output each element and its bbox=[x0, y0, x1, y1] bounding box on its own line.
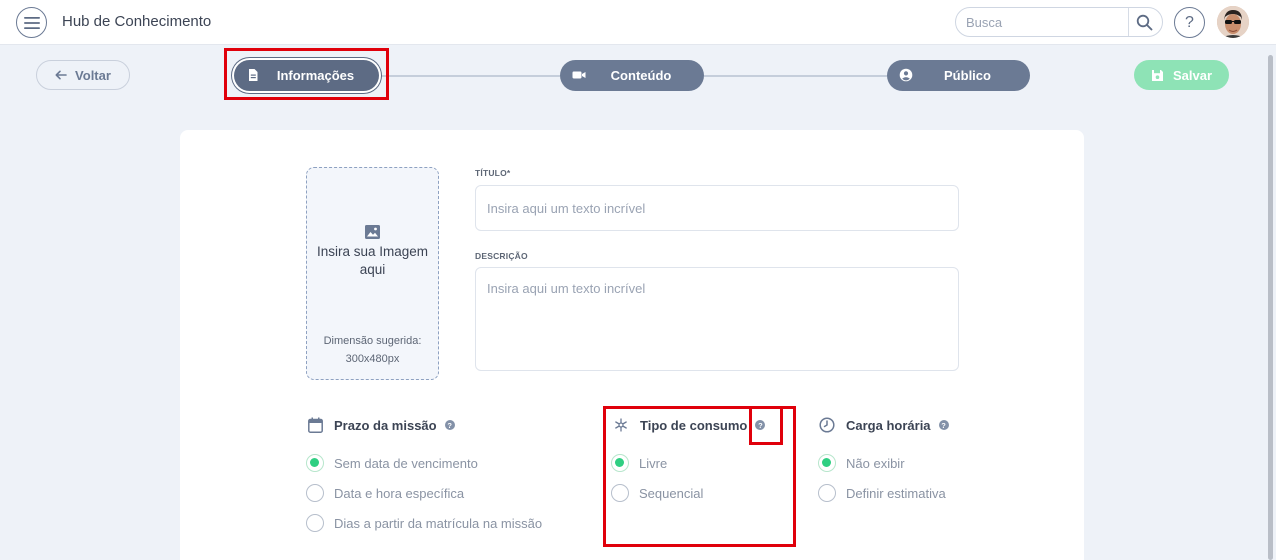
top-bar: Hub de Conhecimento ? bbox=[0, 0, 1276, 45]
radio-label: Livre bbox=[639, 455, 668, 471]
radio-button[interactable] bbox=[306, 484, 324, 502]
save-button[interactable]: Salvar bbox=[1134, 60, 1229, 90]
hamburger-icon bbox=[23, 16, 40, 29]
calendar-icon bbox=[307, 417, 323, 433]
floppy-disk-icon bbox=[1151, 69, 1163, 81]
radio-sem-data[interactable]: Sem data de vencimento bbox=[306, 454, 478, 472]
radio-button[interactable] bbox=[611, 484, 629, 502]
radio-label: Não exibir bbox=[846, 455, 905, 471]
title-input[interactable] bbox=[475, 185, 959, 231]
radio-label: Definir estimativa bbox=[846, 485, 946, 501]
prazo-section-title: Prazo da missão ? bbox=[307, 417, 455, 433]
radio-button[interactable] bbox=[306, 514, 324, 532]
step-connector bbox=[381, 75, 560, 77]
save-label: Salvar bbox=[1172, 67, 1213, 83]
carga-section-title: Carga horária ? bbox=[819, 417, 949, 433]
radio-definir-estimativa[interactable]: Definir estimativa bbox=[818, 484, 946, 502]
search-box bbox=[955, 7, 1163, 37]
step-conteudo[interactable]: Conteúdo bbox=[560, 60, 704, 91]
description-label: DESCRIÇÃO bbox=[475, 251, 528, 261]
clock-icon bbox=[819, 417, 835, 433]
menu-button[interactable] bbox=[16, 7, 47, 38]
arrow-left-icon bbox=[55, 70, 67, 80]
radio-button[interactable] bbox=[818, 484, 836, 502]
scrollbar[interactable] bbox=[1268, 45, 1276, 560]
prazo-title: Prazo da missão bbox=[334, 417, 437, 433]
search-input[interactable] bbox=[956, 8, 1128, 36]
radio-label: Dias a partir da matrícula na missão bbox=[334, 515, 543, 531]
carga-title: Carga horária bbox=[846, 417, 931, 433]
radio-label: Sequencial bbox=[639, 485, 704, 501]
radio-nao-exibir[interactable]: Não exibir bbox=[818, 454, 905, 472]
app-title: Hub de Conhecimento bbox=[62, 13, 212, 30]
help-circle-icon[interactable]: ? bbox=[755, 420, 766, 430]
radio-data-hora[interactable]: Data e hora específica bbox=[306, 484, 464, 502]
avatar[interactable] bbox=[1217, 6, 1249, 38]
snowflake-icon bbox=[613, 417, 629, 433]
step-informacoes[interactable]: Informações bbox=[234, 60, 379, 91]
scrollbar-thumb[interactable] bbox=[1268, 55, 1273, 560]
document-icon bbox=[249, 69, 258, 81]
radio-livre[interactable]: Livre bbox=[611, 454, 667, 472]
image-upload-hint: Dimensão sugerida: 300x480px bbox=[323, 335, 422, 365]
radio-label: Data e hora específica bbox=[334, 485, 465, 501]
search-divider bbox=[1128, 8, 1129, 36]
radio-label: Sem data de vencimento bbox=[334, 455, 478, 471]
step-connector bbox=[704, 75, 887, 77]
title-label: TÍTULO* bbox=[475, 168, 511, 178]
description-input[interactable] bbox=[475, 267, 959, 371]
radio-button[interactable] bbox=[306, 454, 324, 472]
consumo-title: Tipo de consumo bbox=[640, 417, 748, 433]
radio-sequencial[interactable]: Sequencial bbox=[611, 484, 703, 502]
back-label: Voltar bbox=[75, 67, 111, 83]
image-upload-title: Insira sua Imagem aqui bbox=[316, 244, 429, 277]
user-circle-icon bbox=[899, 68, 913, 82]
back-button[interactable]: Voltar bbox=[36, 60, 130, 90]
radio-button[interactable] bbox=[818, 454, 836, 472]
help-circle-icon[interactable]: ? bbox=[938, 420, 949, 430]
radio-dias-matricula[interactable]: Dias a partir da matrícula na missão bbox=[306, 514, 542, 532]
video-camera-icon bbox=[572, 71, 586, 79]
image-icon bbox=[365, 225, 380, 239]
step-publico[interactable]: Público bbox=[887, 60, 1030, 91]
image-upload-area[interactable]: Insira sua Imagem aqui Dimensão sugerida… bbox=[306, 167, 439, 380]
help-circle-icon[interactable]: ? bbox=[444, 420, 455, 430]
consumo-section-title: Tipo de consumo ? bbox=[613, 417, 766, 433]
radio-button[interactable] bbox=[611, 454, 629, 472]
help-button[interactable]: ? bbox=[1174, 7, 1205, 38]
search-icon[interactable] bbox=[1133, 12, 1155, 32]
